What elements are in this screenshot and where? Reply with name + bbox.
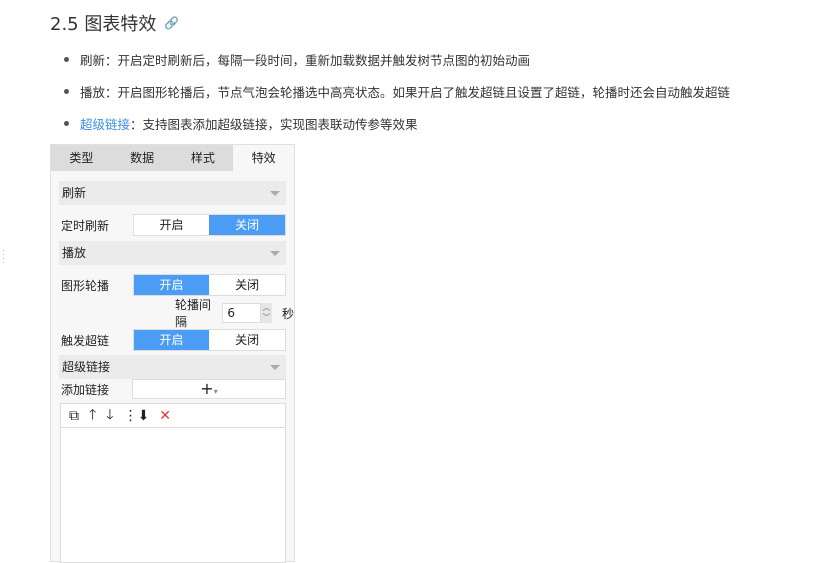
list-item: 超级链接：支持图表添加超级链接，实现图表联动传参等效果	[64, 114, 730, 146]
trigger-link-toggle: 开启 关闭	[132, 329, 286, 351]
dropdown-caret-icon: ▾	[213, 387, 218, 396]
link-icon[interactable]: 🔗	[164, 16, 179, 30]
term: 刷新	[80, 53, 106, 68]
interval-label: 轮播间隔	[175, 298, 212, 329]
section-heading: 2.5 图表特效 🔗	[50, 10, 179, 36]
carousel-off-button[interactable]: 关闭	[209, 275, 285, 295]
tab-effects[interactable]: 特效	[233, 145, 294, 171]
hyperlink-list: ⧉ 🡑 🡓 ⋮⬇ ✕	[60, 403, 286, 563]
add-link-label: 添加链接	[61, 382, 110, 397]
hyperlink-toolbar: ⧉ 🡑 🡓 ⋮⬇ ✕	[61, 404, 285, 428]
term: 播放	[80, 85, 106, 100]
chart-settings-panel: 类型 数据 样式 特效 刷新 定时刷新 开启 关闭 播放 图形轮播 开启 关闭 轮播…	[50, 144, 295, 563]
caret-down-icon	[270, 365, 280, 370]
tab-bar: 类型 数据 样式 特效	[51, 145, 294, 171]
section-title: 超级链接	[62, 360, 111, 374]
carousel-label: 图形轮播	[61, 278, 110, 293]
section-title: 刷新	[62, 186, 87, 200]
copy-icon[interactable]: ⧉	[69, 408, 79, 424]
carousel-toggle: 开启 关闭	[132, 274, 286, 296]
move-bottom-icon[interactable]: ⋮⬇	[124, 408, 150, 424]
refresh-off-button[interactable]: 关闭	[209, 215, 286, 235]
arrow-up-icon[interactable]: 🡑	[89, 404, 96, 428]
timed-refresh-label: 定时刷新	[61, 218, 110, 233]
description: ：开启图形轮播后，节点气泡会轮播选中高亮状态。如果开启了触发超链且设置了超链，轮…	[105, 85, 731, 100]
refresh-section[interactable]: 刷新	[59, 181, 286, 205]
interval-stepper[interactable]: ︿ ﹀	[261, 303, 272, 323]
tab-data[interactable]: 数据	[112, 145, 173, 171]
refresh-on-button[interactable]: 开启	[134, 215, 210, 235]
interval-unit: 秒	[282, 306, 295, 321]
feature-list: 刷新：开启定时刷新后，每隔一段时间，重新加载数据并触发树节点图的初始动画 播放：…	[64, 50, 730, 146]
tab-style[interactable]: 样式	[173, 145, 234, 171]
trigger-off-button[interactable]: 关闭	[209, 330, 285, 350]
arrow-down-icon[interactable]: 🡓	[106, 404, 113, 428]
hyperlink-section[interactable]: 超级链接	[59, 355, 286, 379]
description: ：开启定时刷新后，每隔一段时间，重新加载数据并触发树节点图的初始动画	[105, 53, 531, 68]
drag-handle[interactable]: · · · ·	[2, 247, 5, 269]
tab-type[interactable]: 类型	[51, 145, 112, 171]
play-section[interactable]: 播放	[59, 241, 286, 265]
carousel-on-button[interactable]: 开启	[133, 275, 210, 295]
description: ：支持图表添加超级链接，实现图表联动传参等效果	[130, 117, 418, 132]
hyperlink-term-link[interactable]: 超级链接	[80, 117, 130, 132]
trigger-link-label: 触发超链	[61, 333, 110, 348]
caret-down-icon	[270, 191, 280, 196]
delete-icon[interactable]: ✕	[159, 408, 171, 424]
add-link-button[interactable]: +▾	[132, 379, 286, 399]
list-item: 刷新：开启定时刷新后，每隔一段时间，重新加载数据并触发树节点图的初始动画	[64, 50, 730, 82]
section-title: 播放	[62, 246, 87, 260]
caret-down-icon	[270, 251, 280, 256]
plus-icon: +	[200, 379, 214, 398]
list-item: 播放：开启图形轮播后，节点气泡会轮播选中高亮状态。如果开启了触发超链且设置了超链…	[64, 82, 730, 114]
interval-input[interactable]: 6	[222, 303, 262, 323]
heading-title: 2.5 图表特效	[50, 14, 157, 35]
timed-refresh-toggle: 开启 关闭	[132, 214, 286, 236]
trigger-on-button[interactable]: 开启	[133, 330, 210, 350]
